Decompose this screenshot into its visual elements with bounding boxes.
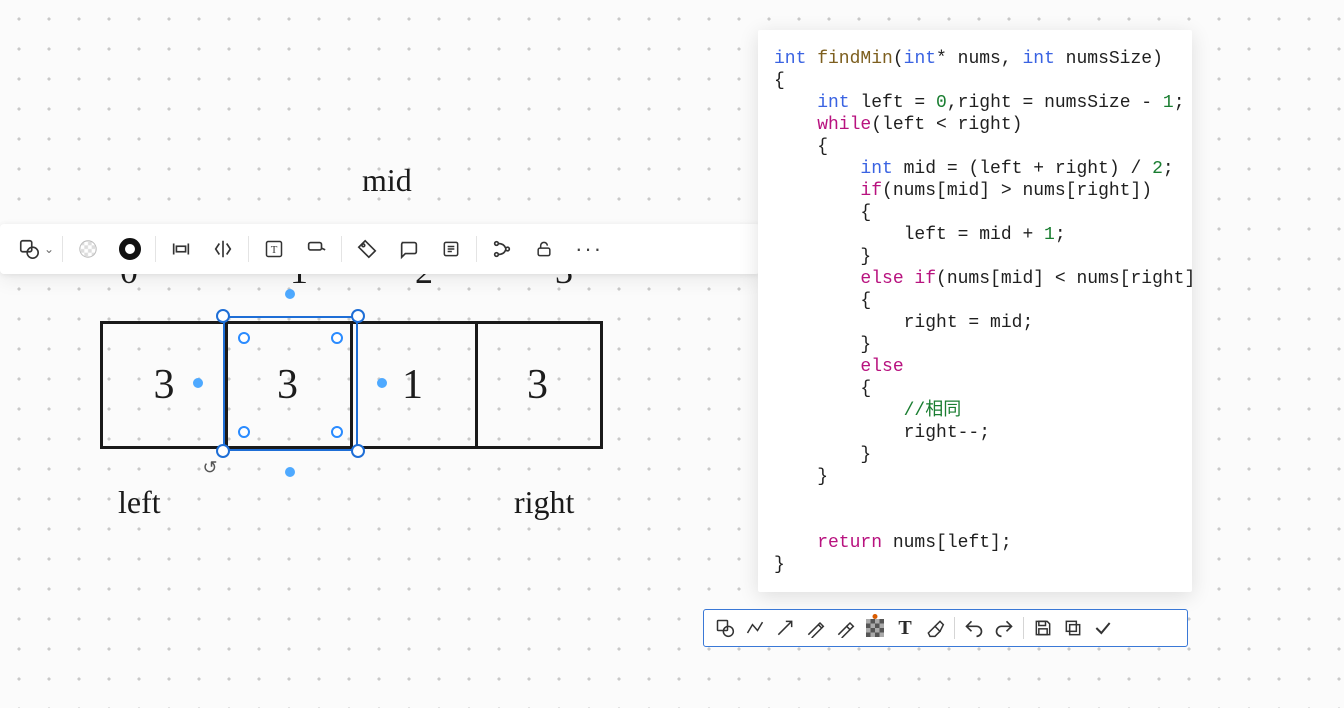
rect-tool-button[interactable] xyxy=(710,613,740,643)
copy-button[interactable] xyxy=(1058,613,1088,643)
side-handle-n[interactable] xyxy=(285,289,295,299)
code-panel[interactable]: int findMin(int* nums, int numsSize) { i… xyxy=(758,30,1192,592)
pen-tool-button[interactable] xyxy=(800,613,830,643)
undo-button[interactable] xyxy=(959,613,989,643)
side-handle-w[interactable] xyxy=(193,378,203,388)
eraser-tool-button[interactable] xyxy=(920,613,950,643)
anchor-sw[interactable] xyxy=(238,426,250,438)
tag-tool-button[interactable] xyxy=(346,228,388,270)
shape-toolbar: ⌄ T ··· xyxy=(0,224,760,274)
arrow-tool-button[interactable] xyxy=(770,613,800,643)
resize-handle-ne[interactable] xyxy=(351,309,365,323)
shape-picker-chevron-icon[interactable]: ⌄ xyxy=(44,242,58,256)
unlock-button[interactable] xyxy=(523,228,565,270)
resize-handle-sw[interactable] xyxy=(216,444,230,458)
array-cell-2[interactable]: 1 xyxy=(350,321,478,449)
side-handle-s[interactable] xyxy=(285,467,295,477)
anchor-nw[interactable] xyxy=(238,332,250,344)
redo-button[interactable] xyxy=(989,613,1019,643)
text-tool-button[interactable]: T xyxy=(253,228,295,270)
array-value-2: 1 xyxy=(402,361,423,409)
label-mid: mid xyxy=(362,162,412,199)
more-icon: ··· xyxy=(569,236,603,262)
mosaic-icon xyxy=(866,619,884,637)
array-cell-0[interactable]: 3 xyxy=(100,321,228,449)
connections-button[interactable] xyxy=(481,228,523,270)
width-tool-button[interactable] xyxy=(160,228,202,270)
more-button[interactable]: ··· xyxy=(565,228,607,270)
rotate-handle-icon[interactable]: ↺ xyxy=(202,458,217,479)
svg-text:T: T xyxy=(271,244,278,256)
highlighter-tool-button[interactable] xyxy=(830,613,860,643)
code-block: int findMin(int* nums, int numsSize) { i… xyxy=(774,48,1176,576)
side-handle-e[interactable] xyxy=(377,378,387,388)
text-annotation-button[interactable]: T xyxy=(890,613,920,643)
resize-handle-se[interactable] xyxy=(351,444,365,458)
anchor-ne[interactable] xyxy=(331,332,343,344)
transparent-fill-button[interactable] xyxy=(67,228,109,270)
annotation-toolbar: T xyxy=(703,609,1188,647)
array-value-3: 3 xyxy=(527,361,548,409)
resize-handle-nw[interactable] xyxy=(216,309,230,323)
array-cell-3[interactable]: 3 xyxy=(475,321,603,449)
array-value-0: 3 xyxy=(154,361,175,409)
chat-tool-button[interactable] xyxy=(388,228,430,270)
label-right: right xyxy=(514,484,574,521)
note-tool-button[interactable] xyxy=(430,228,472,270)
polyline-tool-button[interactable] xyxy=(740,613,770,643)
flag-tool-button[interactable] xyxy=(295,228,337,270)
confirm-button[interactable] xyxy=(1088,613,1118,643)
mosaic-tool-button[interactable] xyxy=(860,613,890,643)
save-button[interactable] xyxy=(1028,613,1058,643)
anchor-se[interactable] xyxy=(331,426,343,438)
mirror-tool-button[interactable] xyxy=(202,228,244,270)
label-left: left xyxy=(118,484,161,521)
stroke-color-button[interactable] xyxy=(109,228,151,270)
